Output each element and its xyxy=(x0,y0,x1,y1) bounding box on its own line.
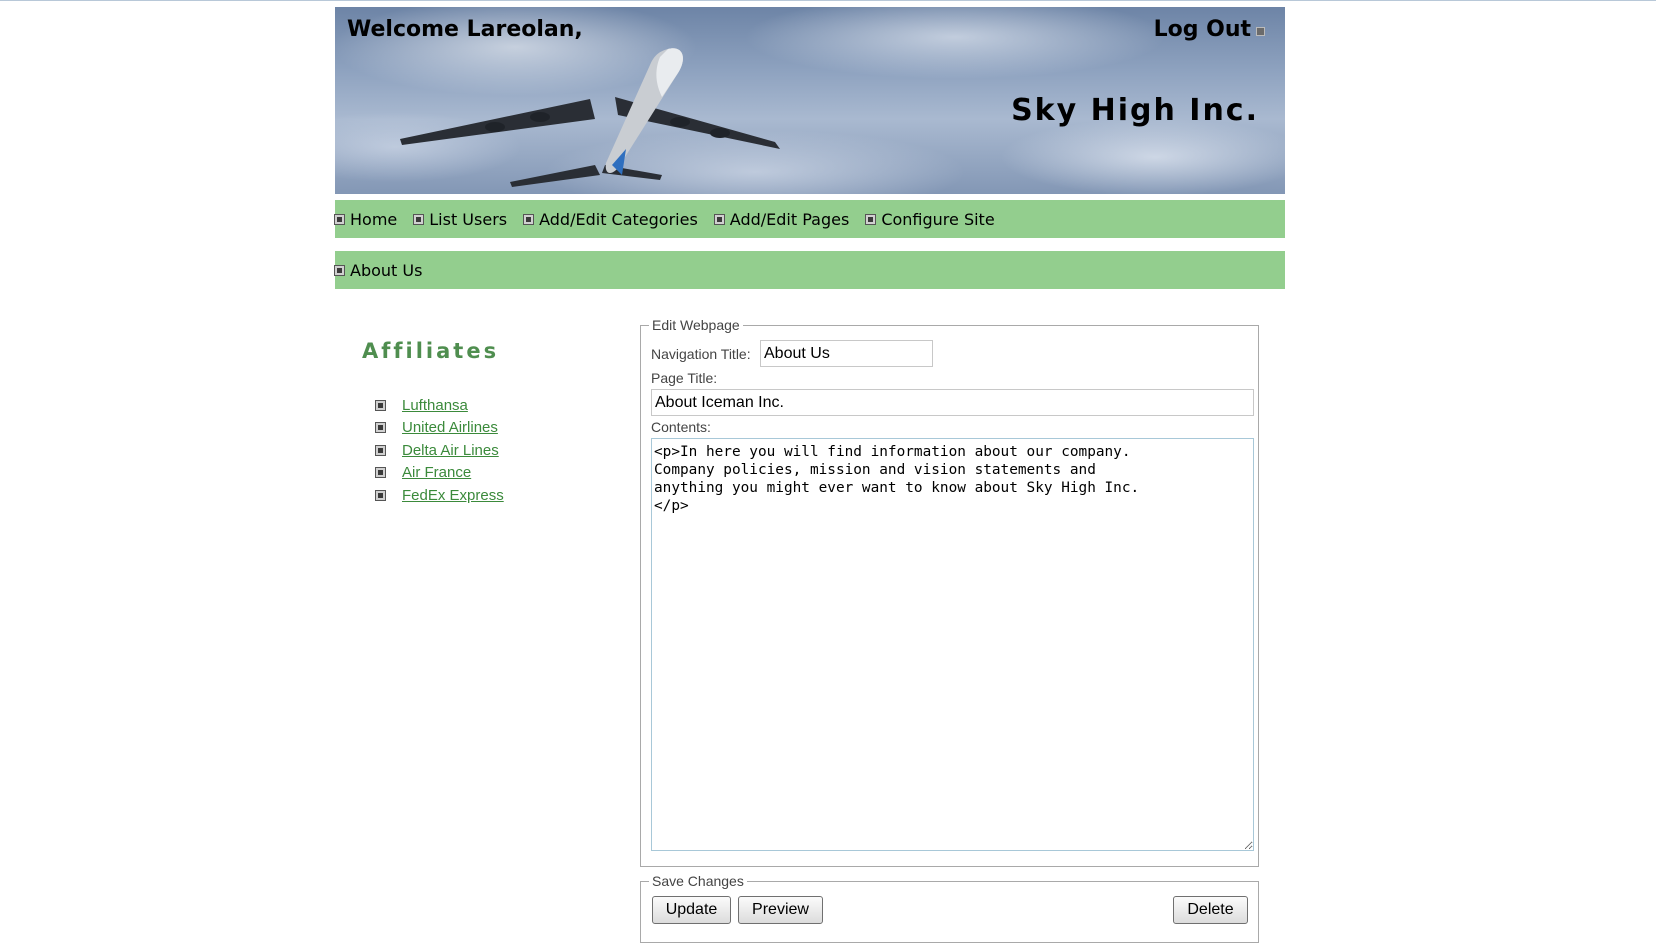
main-nav: Home List Users Add/Edit Categories Add/… xyxy=(334,200,1285,238)
square-bullet-icon xyxy=(375,489,386,501)
pages-nav: About Us xyxy=(334,251,1285,289)
affiliate-link-united-airlines[interactable]: United Airlines xyxy=(402,419,498,436)
square-bullet-icon xyxy=(413,213,425,225)
nav-item-label: List Users xyxy=(429,209,508,229)
nav-item-home[interactable]: Home xyxy=(334,209,398,229)
top-border xyxy=(0,0,1656,1)
nav-item-configure-site[interactable]: Configure Site xyxy=(865,209,995,229)
affiliates-list: Lufthansa United Airlines Delta Air Line… xyxy=(375,394,504,507)
square-bullet-icon xyxy=(334,264,345,276)
logout-link[interactable]: Log Out xyxy=(1154,17,1251,42)
list-item: Lufthansa xyxy=(375,394,504,417)
nav-item-label: About Us xyxy=(350,260,423,280)
nav-item-label: Add/Edit Categories xyxy=(539,209,698,229)
contents-label: Contents: xyxy=(651,419,711,435)
nav-item-label: Configure Site xyxy=(881,209,995,229)
affiliates-heading: Affiliates xyxy=(362,339,500,363)
preview-button[interactable]: Preview xyxy=(738,896,823,924)
nav-item-about-us[interactable]: About Us xyxy=(334,260,423,280)
nav-item-add-edit-categories[interactable]: Add/Edit Categories xyxy=(523,209,698,229)
save-changes-legend: Save Changes xyxy=(652,873,744,889)
square-bullet-icon xyxy=(523,213,535,225)
logout-bullet-icon xyxy=(1256,27,1265,36)
header-banner: Welcome Lareolan, Log Out Sky High Inc. xyxy=(335,7,1285,194)
airplane-image xyxy=(400,48,780,187)
nav-item-add-edit-pages[interactable]: Add/Edit Pages xyxy=(713,209,850,229)
square-bullet-icon xyxy=(713,213,725,225)
welcome-text: Welcome Lareolan, xyxy=(347,17,583,42)
nav-item-label: Add/Edit Pages xyxy=(729,209,850,229)
square-bullet-icon xyxy=(334,213,345,225)
square-bullet-icon xyxy=(375,467,386,479)
nav-item-list-users[interactable]: List Users xyxy=(413,209,508,229)
affiliate-link-fedex-express[interactable]: FedEx Express xyxy=(402,487,504,504)
page-title-label: Page Title: xyxy=(651,370,718,386)
nav-item-label: Home xyxy=(350,209,398,229)
square-bullet-icon xyxy=(375,444,386,456)
navigation-title-input[interactable] xyxy=(760,340,933,367)
square-bullet-icon xyxy=(375,422,386,434)
save-changes-fieldset: Save Changes xyxy=(640,873,1259,943)
list-item: Delta Air Lines xyxy=(375,439,504,462)
contents-textarea[interactable]: <p>In here you will find information abo… xyxy=(651,438,1254,851)
affiliate-link-air-france[interactable]: Air France xyxy=(402,464,471,481)
site-title: Sky High Inc. xyxy=(1011,93,1259,128)
update-button[interactable]: Update xyxy=(652,896,731,924)
edit-webpage-legend: Edit Webpage xyxy=(652,317,740,333)
list-item: United Airlines xyxy=(375,417,504,440)
affiliate-link-lufthansa[interactable]: Lufthansa xyxy=(402,397,468,414)
list-item: FedEx Express xyxy=(375,484,504,507)
affiliate-link-delta-air-lines[interactable]: Delta Air Lines xyxy=(402,442,499,459)
delete-button[interactable]: Delete xyxy=(1173,896,1248,924)
page-title-input[interactable] xyxy=(651,389,1254,416)
square-bullet-icon xyxy=(865,213,877,225)
navigation-title-label: Navigation Title: xyxy=(651,346,751,362)
list-item: Air France xyxy=(375,462,504,485)
square-bullet-icon xyxy=(375,399,386,411)
